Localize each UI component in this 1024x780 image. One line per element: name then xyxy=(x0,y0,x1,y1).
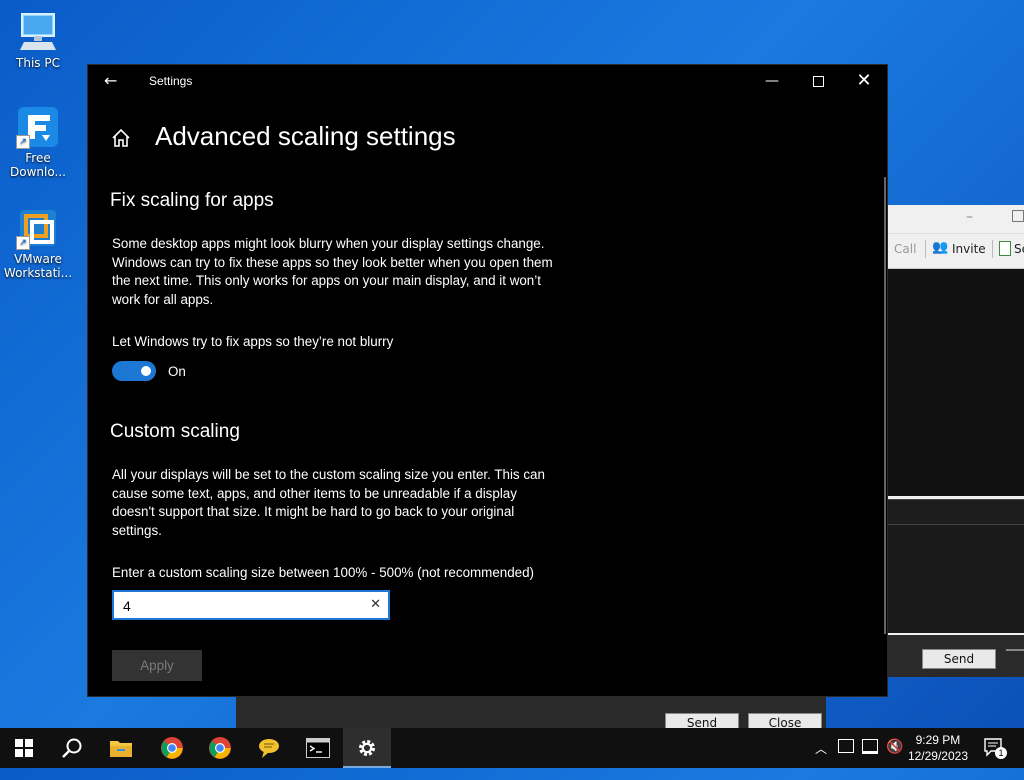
chrome-button-1[interactable] xyxy=(148,728,196,768)
notification-center-button[interactable]: 1 xyxy=(983,737,1007,777)
file-explorer-icon xyxy=(110,741,132,757)
settings-titlebar: ← Settings — ✕ xyxy=(88,65,887,97)
invite-button[interactable]: Invite xyxy=(952,242,986,256)
clock-time: 9:29 PM xyxy=(915,733,961,747)
send-file-icon xyxy=(999,241,1011,256)
fix-scaling-description: Some desktop apps might look blurry when… xyxy=(112,236,553,307)
custom-scaling-input-label: Enter a custom scaling size between 100%… xyxy=(112,565,535,580)
background-window-titlebar: – xyxy=(888,205,1024,233)
window-title: Settings xyxy=(149,74,193,88)
invite-icon: 👥 xyxy=(932,240,949,255)
desktop-icon-vmware[interactable]: ↗ VMware Workstati... xyxy=(2,206,74,280)
this-pc-icon xyxy=(16,10,60,54)
home-icon[interactable] xyxy=(110,127,132,149)
toggle-knob xyxy=(141,366,151,376)
page-title: Advanced scaling settings xyxy=(155,121,456,151)
clock-date: 12/29/2023 xyxy=(907,749,968,763)
desktop-icon-label: Free Downlo... xyxy=(10,151,66,179)
settings-gear-icon xyxy=(359,740,375,756)
shortcut-arrow-icon: ↗ xyxy=(16,135,30,149)
send-file-button[interactable]: Se xyxy=(1014,242,1024,256)
desktop-icon-label: This PC xyxy=(16,56,60,70)
close-button[interactable]: ✕ xyxy=(841,65,887,97)
search-button[interactable] xyxy=(48,728,96,768)
shortcut-arrow-icon: ↗ xyxy=(16,236,30,250)
chat-app-button[interactable] xyxy=(245,728,293,768)
settings-taskbar-button[interactable] xyxy=(343,728,391,768)
search-icon xyxy=(62,738,82,758)
chrome-icon xyxy=(161,737,183,759)
system-clock[interactable]: 9:29 PM 12/29/2023 xyxy=(908,732,968,764)
desktop-icon-this-pc[interactable]: This PC xyxy=(2,10,74,70)
background-window-toolbar: Call 👥 Invite Se xyxy=(888,233,1024,269)
fix-apps-toggle[interactable] xyxy=(112,361,156,381)
start-button[interactable] xyxy=(0,728,48,768)
apply-button[interactable]: Apply xyxy=(112,650,202,681)
vmware-workstation-icon: ↗ xyxy=(16,206,60,250)
maximize-icon[interactable] xyxy=(1012,210,1024,222)
custom-scaling-description: All your displays will be set to the cus… xyxy=(112,467,545,538)
start-icon xyxy=(15,739,33,757)
chat-input-pane[interactable] xyxy=(888,525,1024,633)
show-hidden-icons-icon[interactable]: ︿ xyxy=(815,740,827,780)
background-window-bottom: Send Close xyxy=(236,697,826,733)
security-icon[interactable] xyxy=(838,739,854,779)
network-icon[interactable] xyxy=(862,739,878,779)
chrome-button-2[interactable] xyxy=(196,728,244,768)
send-button[interactable]: Send xyxy=(922,649,996,669)
file-explorer-button[interactable] xyxy=(97,728,145,768)
taskbar: ︿ 🔇 9:29 PM 12/29/2023 1 xyxy=(0,728,1024,768)
maximize-button[interactable] xyxy=(795,65,841,97)
minimize-icon[interactable]: – xyxy=(966,209,973,225)
back-arrow-icon[interactable]: ← xyxy=(104,71,117,90)
desktop-icon-free-download-manager[interactable]: ↗ Free Downlo... xyxy=(2,105,74,179)
toolbar-divider xyxy=(992,240,993,258)
call-button[interactable]: Call xyxy=(894,242,916,256)
volume-muted-icon[interactable]: 🔇 xyxy=(886,738,903,778)
toggle-state-label: On xyxy=(168,364,186,379)
minimize-button[interactable]: — xyxy=(749,65,795,97)
desktop-icon-label: VMware Workstati... xyxy=(3,252,73,280)
custom-scaling-input[interactable] xyxy=(123,596,358,616)
chat-divider xyxy=(888,499,1024,525)
terminal-icon xyxy=(306,738,330,758)
free-download-manager-icon: ↗ xyxy=(16,105,60,149)
fix-apps-toggle-label: Let Windows try to fix apps so they’re n… xyxy=(112,334,394,349)
chat-icon xyxy=(259,739,279,758)
settings-window: ← Settings — ✕ Advanced scaling settings… xyxy=(88,65,887,696)
clear-input-icon[interactable]: ✕ xyxy=(370,597,381,612)
toolbar-divider xyxy=(925,240,926,258)
notification-count-badge: 1 xyxy=(995,747,1007,759)
maximize-icon xyxy=(812,75,824,87)
custom-scaling-heading: Custom scaling xyxy=(110,421,240,442)
chrome-icon xyxy=(209,737,231,759)
fix-scaling-heading: Fix scaling for apps xyxy=(110,190,274,211)
background-chat-window[interactable]: – Call 👥 Invite Se Send xyxy=(888,205,1024,677)
terminal-button[interactable] xyxy=(294,728,342,768)
chat-history-pane xyxy=(888,269,1024,496)
secondary-button[interactable] xyxy=(1006,649,1024,651)
settings-scrollbar[interactable] xyxy=(884,177,886,634)
custom-scaling-input-box[interactable]: ✕ xyxy=(112,590,390,620)
